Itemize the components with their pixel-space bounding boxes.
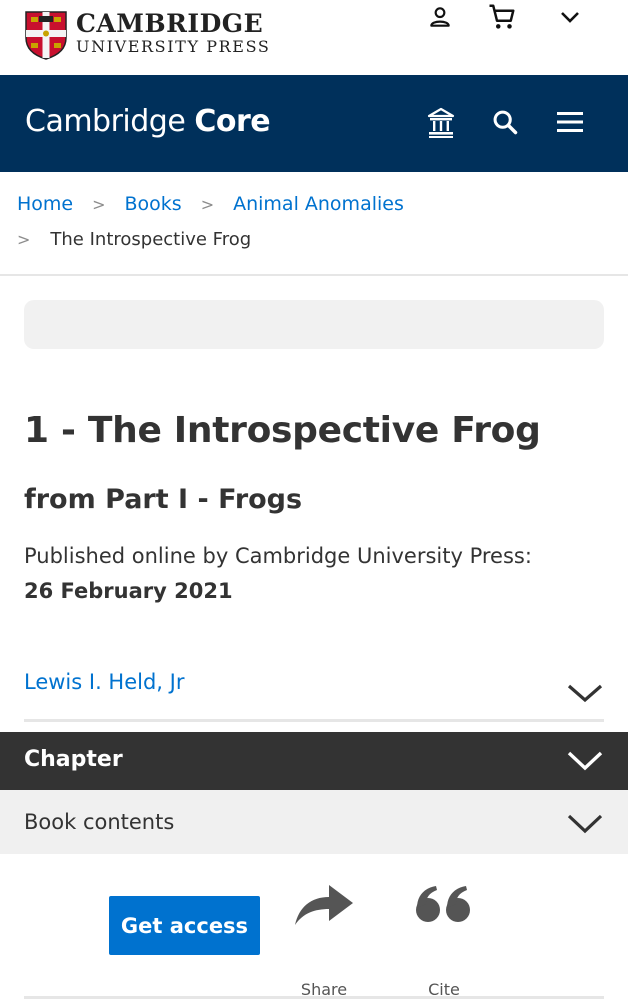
menu-button[interactable] <box>552 104 588 140</box>
page-title: 1 - The Introspective Frog <box>24 410 541 451</box>
breadcrumb-book-link[interactable]: Animal Anomalies <box>233 193 404 215</box>
breadcrumb-separator: > <box>17 230 31 249</box>
author-link[interactable]: Lewis I. Held, Jr <box>24 670 184 694</box>
breadcrumb-home-link[interactable]: Home <box>17 193 73 215</box>
book-contents-accordion[interactable]: Book contents <box>0 790 628 854</box>
banner-placeholder <box>24 300 604 349</box>
top-header: CAMBRIDGE UNIVERSITY PRESS <box>0 0 628 75</box>
breadcrumb-books-link[interactable]: Books <box>125 193 182 215</box>
user-icon <box>430 7 450 27</box>
menu-icon <box>557 112 583 132</box>
brand-regular: Cambridge <box>25 104 186 139</box>
author-row[interactable]: Lewis I. Held, Jr <box>24 660 604 722</box>
institution-icon <box>427 107 455 138</box>
quote-icon <box>416 886 470 922</box>
published-date: 26 February 2021 <box>24 579 233 603</box>
breadcrumb: Home > Books > Animal Anomalies > The In… <box>0 172 628 276</box>
publisher-name: CAMBRIDGE <box>76 9 264 38</box>
institution-login-button[interactable] <box>423 104 459 140</box>
chapter-actions: Get access Share Cite <box>0 854 628 1000</box>
breadcrumb-current: The Introspective Frog <box>50 229 252 250</box>
header-dropdown-button[interactable] <box>550 0 590 34</box>
cambridge-crest-icon <box>25 11 67 60</box>
search-icon <box>493 110 518 135</box>
share-icon <box>295 885 353 925</box>
breadcrumb-separator: > <box>92 194 106 214</box>
chapter-accordion-label: Chapter <box>24 747 123 772</box>
cambridge-core-logo[interactable]: Cambridge Core <box>25 104 271 139</box>
cambridge-university-press-logo[interactable]: CAMBRIDGE UNIVERSITY PRESS <box>24 10 270 60</box>
cart-button[interactable] <box>482 0 522 34</box>
chevron-down-icon <box>567 751 603 771</box>
breadcrumb-separator: > <box>200 194 215 214</box>
chevron-down-icon <box>561 12 579 23</box>
publisher-subname: UNIVERSITY PRESS <box>76 37 271 56</box>
published-text: Published online by Cambridge University… <box>24 544 532 568</box>
chevron-down-icon <box>567 814 603 834</box>
divider <box>24 996 604 999</box>
search-button[interactable] <box>487 104 523 140</box>
book-contents-label: Book contents <box>24 810 175 834</box>
get-access-button[interactable]: Get access <box>109 896 260 955</box>
chevron-down-icon[interactable] <box>566 678 604 706</box>
cambridge-core-bar: Cambridge Core <box>0 75 628 172</box>
cart-icon <box>489 4 515 29</box>
share-button[interactable]: Share <box>284 880 364 999</box>
cite-button[interactable]: Cite <box>404 880 484 999</box>
chapter-accordion[interactable]: Chapter <box>0 732 628 790</box>
part-title: from Part I - Frogs <box>24 484 303 515</box>
brand-bold: Core <box>194 104 271 139</box>
user-account-button[interactable] <box>420 0 460 34</box>
